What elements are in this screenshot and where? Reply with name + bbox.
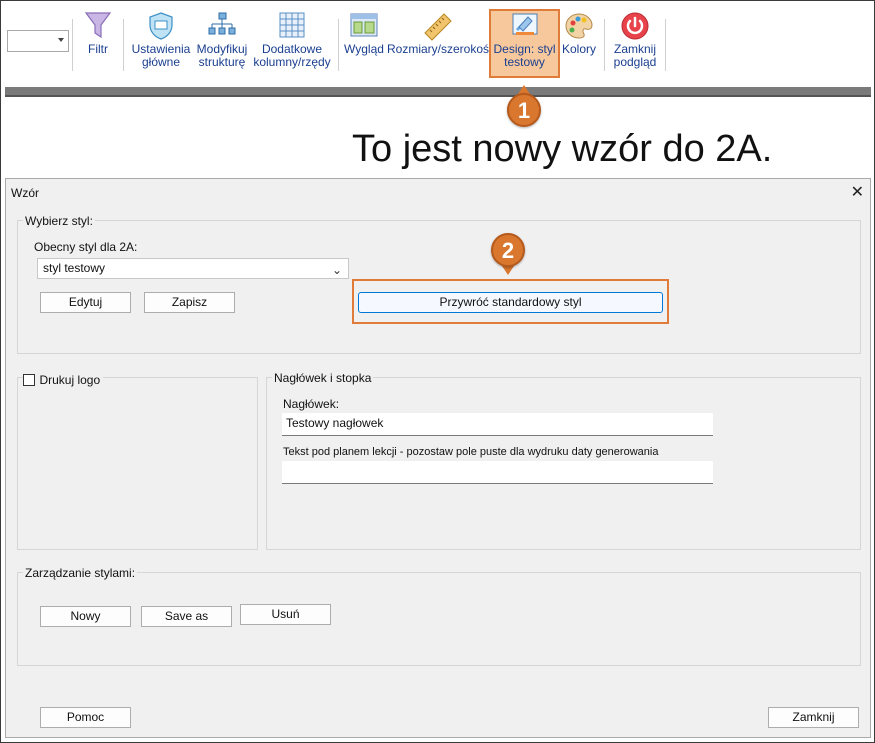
colors-button[interactable]: Kolory xyxy=(560,11,598,56)
header-footer-group-label: Nagłówek i stopka xyxy=(272,371,374,385)
main-settings-label-2: główne xyxy=(141,55,181,69)
palette-icon xyxy=(565,13,593,39)
design-style-label-2: testowy xyxy=(504,55,545,69)
colors-label: Kolory xyxy=(561,42,596,56)
ribbon-combo[interactable] xyxy=(7,30,69,52)
modify-structure-label-2: strukturę xyxy=(198,55,246,69)
preview-headline: To jest nowy wzór do 2A. xyxy=(352,128,773,170)
extra-columns-button[interactable]: Dodatkowe kolumny/rzędy xyxy=(253,11,331,69)
appearance-label: Wygląd xyxy=(344,42,384,56)
close-icon[interactable]: ✕ xyxy=(851,182,864,202)
delete-style-button[interactable]: Usuń xyxy=(240,604,331,625)
sizes-widths-button[interactable]: Rozmiary/szerokości xyxy=(387,11,498,56)
header-label: Nagłówek: xyxy=(283,397,340,411)
restore-default-style-button[interactable]: Przywróć standardowy styl xyxy=(358,292,663,313)
dialog-title: Wzór xyxy=(11,186,39,200)
separator xyxy=(604,19,605,71)
close-preview-button[interactable]: Zamknij podgląd xyxy=(610,11,660,69)
power-icon xyxy=(621,12,649,40)
choose-style-group-label: Wybierz styl: xyxy=(23,214,95,228)
header-input[interactable]: Testowy nagłowek xyxy=(282,413,713,436)
footer-input[interactable] xyxy=(282,461,713,484)
footer-label: Tekst pod planem lekcji - pozostaw pole … xyxy=(283,446,659,458)
design-brush-icon xyxy=(512,13,537,35)
help-button[interactable]: Pomoc xyxy=(40,707,131,728)
new-style-button[interactable]: Nowy xyxy=(40,606,131,627)
save-button[interactable]: Zapisz xyxy=(144,292,235,313)
grid-icon xyxy=(279,12,305,38)
current-style-select[interactable]: styl testowy ⌄ xyxy=(37,258,349,279)
print-logo-row: Drukuj logo xyxy=(23,371,104,387)
manage-styles-group-label: Zarządzanie stylami: xyxy=(23,566,138,580)
layout-icon xyxy=(350,13,378,37)
extra-columns-label-2: kolumny/rzędy xyxy=(253,55,331,69)
current-style-value: styl testowy xyxy=(43,261,106,275)
filter-button[interactable]: Filtr xyxy=(81,11,115,56)
separator xyxy=(72,19,73,71)
edit-button[interactable]: Edytuj xyxy=(40,292,131,313)
hierarchy-icon xyxy=(208,12,236,35)
filter-label: Filtr xyxy=(88,42,108,56)
step-two-badge: 2 xyxy=(491,233,525,267)
current-style-label: Obecny styl dla 2A: xyxy=(34,240,138,254)
appearance-button[interactable]: Wygląd xyxy=(342,11,386,56)
design-style-button[interactable]: Design: styl testowy xyxy=(491,11,558,69)
ribbon-toolbar: Filtr Ustawienia główne Modyfikuj strukt… xyxy=(1,1,874,87)
step-two-pointer xyxy=(502,266,514,275)
header-value: Testowy nagłowek xyxy=(286,416,384,430)
print-logo-checkbox[interactable] xyxy=(23,374,35,386)
step-one-badge: 1 xyxy=(507,93,541,127)
main-settings-button[interactable]: Ustawienia główne xyxy=(129,11,193,69)
modify-structure-button[interactable]: Modyfikuj strukturę xyxy=(194,11,250,69)
close-button[interactable]: Zamknij xyxy=(768,707,859,728)
print-logo-group xyxy=(17,377,258,550)
save-as-button[interactable]: Save as xyxy=(141,606,232,627)
ruler-icon xyxy=(424,13,452,41)
chevron-down-icon xyxy=(58,38,64,42)
style-dialog: Wzór ✕ Wybierz styl: Obecny styl dla 2A:… xyxy=(5,178,871,738)
chevron-down-icon: ⌄ xyxy=(331,263,342,277)
print-logo-label: Drukuj logo xyxy=(39,373,101,387)
separator xyxy=(665,19,666,71)
separator xyxy=(123,19,124,71)
shield-settings-icon xyxy=(149,12,173,40)
separator xyxy=(338,19,339,71)
sizes-widths-label: Rozmiary/szerokości xyxy=(387,42,498,56)
close-preview-label-2: podgląd xyxy=(613,55,657,69)
funnel-icon xyxy=(84,12,112,39)
preview-toolbar-bar xyxy=(5,87,871,97)
